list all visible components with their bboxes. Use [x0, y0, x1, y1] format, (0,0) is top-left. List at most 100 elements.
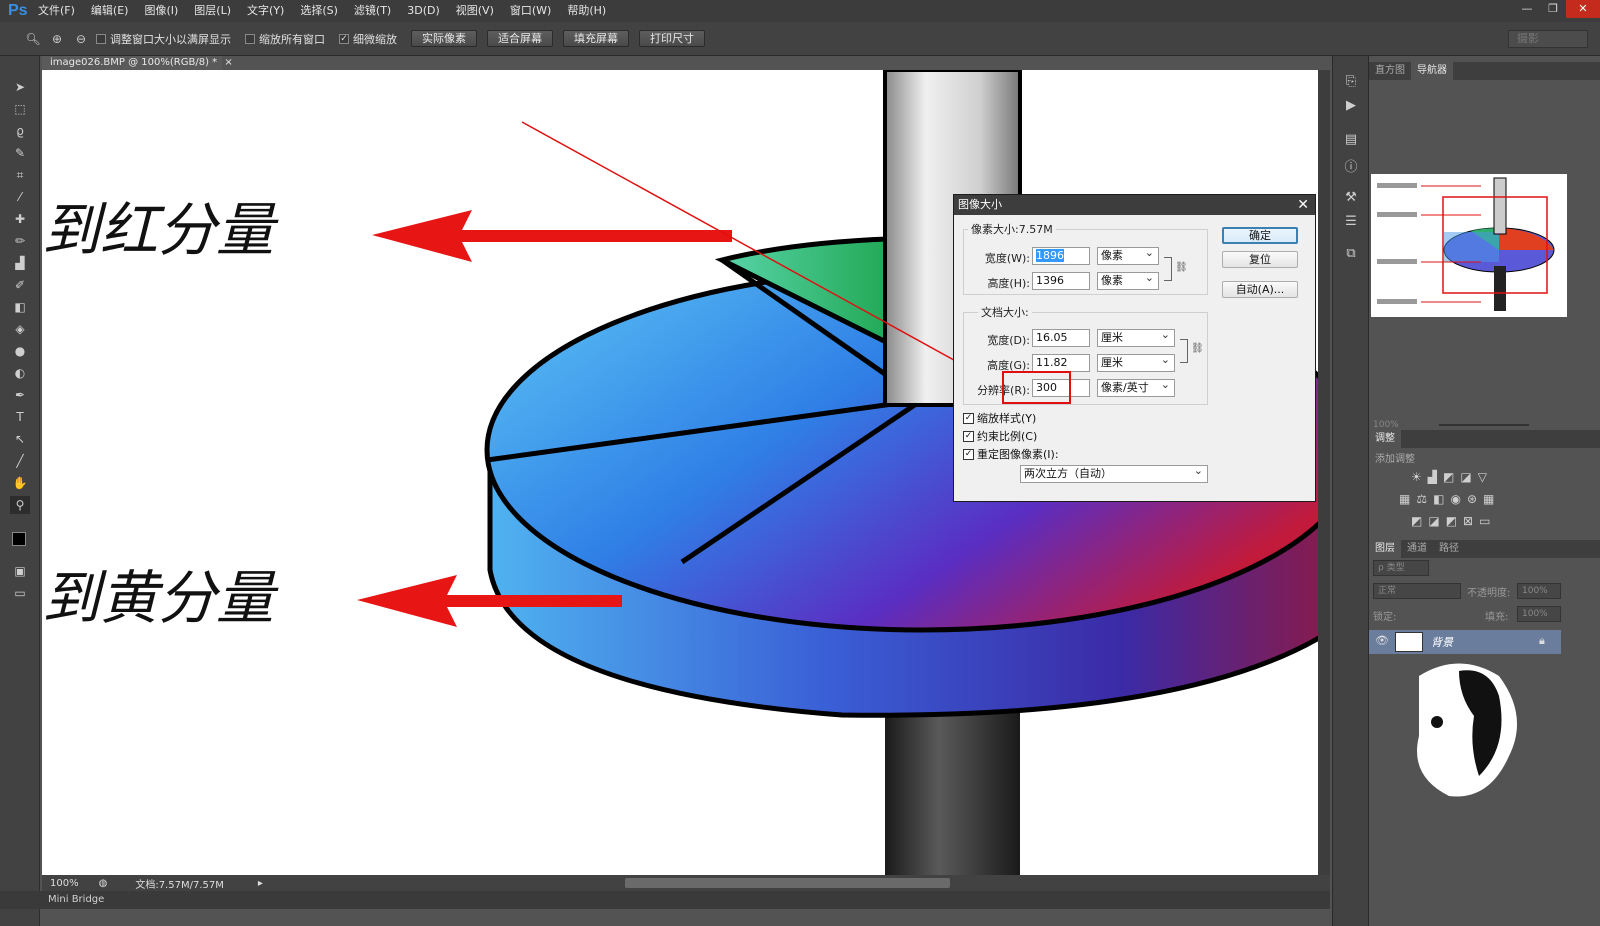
paint-bucket-icon[interactable]: ◈ [10, 320, 30, 338]
menu-select[interactable]: 选择(S) [292, 0, 346, 22]
dodge-tool-icon[interactable]: ◐ [10, 364, 30, 382]
blend-mode-select[interactable]: 正常 [1373, 583, 1461, 599]
ok-button[interactable]: 确定 [1222, 227, 1298, 244]
resample-checkbox[interactable]: ✓ 重定图像像素(I): [963, 446, 1059, 462]
zoom-in-icon[interactable]: ⊕ [48, 32, 66, 46]
auto-button[interactable]: 自动(A)... [1222, 281, 1298, 298]
menu-image[interactable]: 图像(I) [136, 0, 186, 22]
dialog-titlebar[interactable]: 图像大小 [954, 195, 1315, 215]
posterize-icon[interactable]: ◪ [1428, 514, 1439, 528]
scrubby-zoom-checkbox[interactable]: ✓ 细微缩放 [339, 31, 397, 47]
menu-3d[interactable]: 3D(D) [399, 0, 448, 22]
black-white-icon[interactable]: ◧ [1433, 492, 1444, 506]
scale-styles-checkbox[interactable]: ✓ 缩放样式(Y) [963, 410, 1036, 426]
brush-preset-icon[interactable]: ⚒ [1342, 190, 1360, 208]
layer-kind-filter[interactable]: ρ 类型 [1373, 560, 1429, 576]
menu-file[interactable]: 文件(F) [30, 0, 83, 22]
menu-window[interactable]: 窗口(W) [502, 0, 559, 22]
tab-histogram[interactable]: 直方图 [1369, 62, 1411, 80]
zoom-out-icon[interactable]: ⊖ [72, 32, 90, 46]
menu-layer[interactable]: 图层(L) [186, 0, 239, 22]
eyedropper-tool-icon[interactable]: ⁄ [10, 188, 30, 206]
menu-type[interactable]: 文字(Y) [239, 0, 292, 22]
fit-screen-button[interactable]: 适合屏幕 [487, 30, 553, 47]
color-lookup-icon[interactable]: ▦ [1483, 492, 1494, 506]
eraser-tool-icon[interactable]: ◧ [10, 298, 30, 316]
marquee-tool-icon[interactable]: ⬚ [10, 100, 30, 118]
gradient-map-icon[interactable]: ▭ [1479, 514, 1490, 528]
foreground-color-swatch[interactable] [12, 532, 26, 546]
mini-bridge-tab[interactable]: Mini Bridge [0, 891, 1330, 909]
tab-layers[interactable]: 图层 [1369, 540, 1401, 558]
close-window-button[interactable]: ✕ [1566, 0, 1600, 18]
tab-navigator[interactable]: 导航器 [1411, 62, 1453, 80]
quick-mask-icon[interactable]: ▣ [10, 562, 30, 580]
vertical-scrollbar[interactable] [1318, 70, 1330, 875]
menu-edit[interactable]: 编辑(E) [83, 0, 137, 22]
navigator-zoom-slider[interactable] [1439, 424, 1529, 426]
constrain-proportions-checkbox[interactable]: ✓ 约束比例(C) [963, 428, 1037, 444]
print-size-button[interactable]: 打印尺寸 [639, 30, 705, 47]
horizontal-scrollbar-thumb[interactable] [625, 878, 950, 888]
pixel-height-unit-select[interactable]: 像素 [1097, 270, 1159, 290]
tab-channels[interactable]: 通道 [1401, 540, 1433, 558]
tab-paths[interactable]: 路径 [1433, 540, 1465, 558]
clone-source-icon[interactable]: ⧉ [1342, 246, 1360, 264]
info-icon[interactable]: ⓘ [1342, 156, 1360, 175]
pixel-height-input[interactable]: 1396 [1032, 272, 1090, 290]
menu-filter[interactable]: 滤镜(T) [346, 0, 399, 22]
blur-tool-icon[interactable]: ● [10, 342, 30, 360]
move-tool-icon[interactable]: ➤ [10, 78, 30, 96]
history-icon[interactable]: ⎘ [1342, 74, 1360, 92]
stamp-tool-icon[interactable]: ▟ [10, 254, 30, 272]
pen-tool-icon[interactable]: ✒ [10, 386, 30, 404]
doc-height-unit-select[interactable]: 厘米 [1097, 352, 1175, 372]
doc-width-input[interactable]: 16.05 [1032, 329, 1090, 347]
doc-width-unit-select[interactable]: 厘米 [1097, 327, 1175, 347]
close-tab-icon[interactable]: × [224, 57, 232, 68]
properties-icon[interactable]: ☰ [1342, 214, 1360, 232]
invert-icon[interactable]: ◩ [1411, 514, 1422, 528]
resolution-unit-select[interactable]: 像素/英寸 [1097, 377, 1175, 397]
channel-mixer-icon[interactable]: ⊛ [1467, 492, 1477, 506]
quick-select-tool-icon[interactable]: ✎ [10, 144, 30, 162]
fill-field[interactable]: 100% [1517, 606, 1561, 622]
doc-height-input[interactable]: 11.82 [1032, 354, 1090, 372]
selective-color-icon[interactable]: ⊠ [1463, 514, 1473, 528]
workspace-select[interactable]: 摄影 [1508, 30, 1588, 48]
resample-method-select[interactable]: 两次立方（自动） [1020, 463, 1208, 483]
hue-saturation-icon[interactable]: ▦ [1399, 492, 1410, 506]
layer-comps-icon[interactable]: ▤ [1342, 132, 1360, 150]
fill-screen-button[interactable]: 填充屏幕 [563, 30, 629, 47]
dialog-close-icon[interactable]: ✕ [1297, 195, 1309, 215]
vibrance-icon[interactable]: ▽ [1478, 470, 1487, 484]
actions-play-icon[interactable]: ▶ [1342, 98, 1360, 116]
zoom-tool-icon[interactable]: 🔍︎ [24, 32, 42, 46]
type-tool-icon[interactable]: T [10, 408, 30, 426]
zoom-level[interactable]: 100% [50, 878, 79, 889]
status-menu-arrow-icon[interactable]: ▸ [258, 878, 263, 889]
brightness-icon[interactable]: ☀ [1411, 470, 1422, 484]
path-select-icon[interactable]: ↖ [10, 430, 30, 448]
reset-button[interactable]: 复位 [1222, 251, 1298, 268]
pixel-width-input[interactable]: 1896 [1032, 247, 1090, 265]
history-brush-icon[interactable]: ✐ [10, 276, 30, 294]
visibility-eye-icon[interactable]: 👁︎ [1375, 634, 1389, 647]
menu-help[interactable]: 帮助(H) [559, 0, 614, 22]
zoom-tool-icon[interactable]: ⚲ [10, 496, 30, 514]
curves-icon[interactable]: ◩ [1443, 470, 1454, 484]
status-info-icon[interactable]: ◍ [99, 878, 108, 889]
brush-tool-icon[interactable]: ✏ [10, 232, 30, 250]
exposure-icon[interactable]: ◪ [1460, 470, 1471, 484]
actual-pixels-button[interactable]: 实际像素 [411, 30, 477, 47]
photo-filter-icon[interactable]: ◉ [1450, 492, 1460, 506]
navigator-thumbnail[interactable] [1371, 174, 1567, 317]
threshold-icon[interactable]: ◩ [1446, 514, 1457, 528]
minimize-button[interactable]: — [1514, 0, 1540, 18]
layer-row-background[interactable]: 👁︎ 背景 🔒︎ [1369, 630, 1561, 654]
opacity-field[interactable]: 100% [1517, 583, 1561, 599]
hand-tool-icon[interactable]: ✋ [10, 474, 30, 492]
crop-tool-icon[interactable]: ⌗ [10, 166, 30, 184]
document-tab[interactable]: image026.BMP @ 100%(RGB/8) * × [42, 56, 233, 70]
lasso-tool-icon[interactable]: ϱ [10, 122, 30, 140]
